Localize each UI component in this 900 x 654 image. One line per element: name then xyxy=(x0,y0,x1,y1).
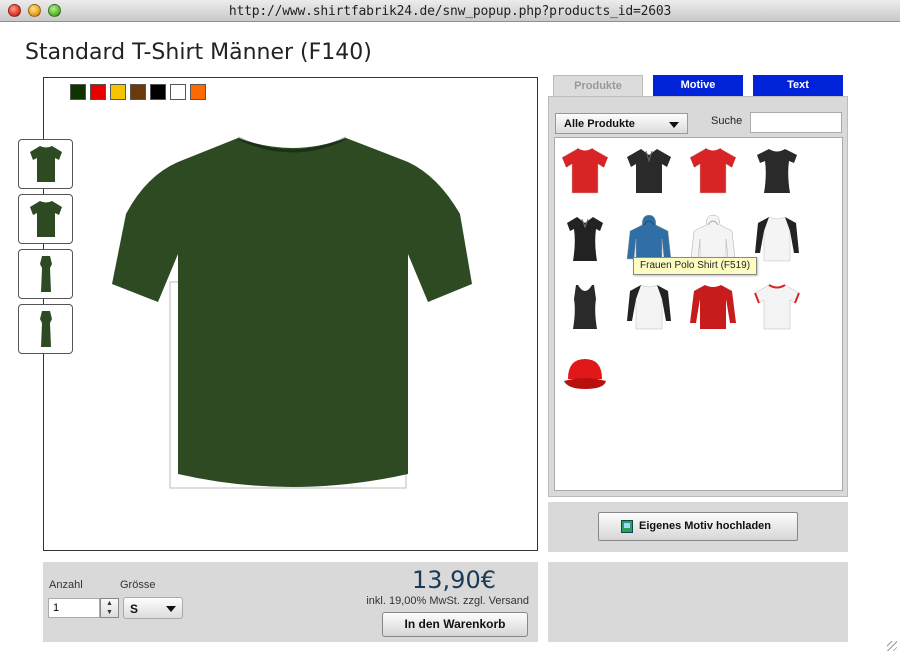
browser-titlebar: http://www.shirtfabrik24.de/snw_popup.ph… xyxy=(0,0,900,22)
upload-motif-button[interactable]: Eigenes Motiv hochladen xyxy=(598,512,798,541)
upload-panel: Eigenes Motiv hochladen xyxy=(548,502,848,552)
stepper-up-icon[interactable]: ▲ xyxy=(106,600,113,607)
thumbnail-left-side-view[interactable] xyxy=(18,249,73,299)
product-item-tshirt[interactable] xyxy=(557,142,613,198)
category-select[interactable]: Alle Produkte xyxy=(555,113,688,134)
stepper-down-icon[interactable]: ▼ xyxy=(106,609,113,616)
product-item-ringer[interactable] xyxy=(749,278,805,334)
size-value: S xyxy=(130,602,139,616)
product-item-tank[interactable] xyxy=(557,278,613,334)
category-value: Alle Produkte xyxy=(564,118,635,130)
color-swatch[interactable] xyxy=(190,84,206,100)
product-stage xyxy=(43,77,538,551)
price: 13,90€ xyxy=(412,566,496,594)
product-item-tshirt[interactable] xyxy=(685,142,741,198)
tshirt-front-image xyxy=(112,138,472,487)
chevron-down-icon xyxy=(669,122,679,128)
search-label: Suche xyxy=(711,115,743,127)
tab-produkte[interactable]: Produkte xyxy=(553,75,643,96)
product-item-longsleeve[interactable] xyxy=(685,278,741,334)
color-swatch[interactable] xyxy=(70,84,86,100)
upload-motif-label: Eigenes Motiv hochladen xyxy=(639,520,772,532)
search-input[interactable] xyxy=(750,112,842,133)
color-swatch[interactable] xyxy=(150,84,166,100)
product-browser-panel: Alle Produkte Suche xyxy=(548,96,848,497)
quantity-input[interactable]: 1 xyxy=(48,598,100,618)
color-swatch[interactable] xyxy=(90,84,106,100)
product-tooltip: Frauen Polo Shirt (F519) xyxy=(633,257,758,275)
thumbnail-back-view[interactable] xyxy=(18,194,73,244)
empty-side-panel xyxy=(548,562,848,642)
color-swatch[interactable] xyxy=(170,84,186,100)
tab-text[interactable]: Text xyxy=(753,75,843,96)
page-title: Standard T-Shirt Männer (F140) xyxy=(25,40,372,65)
product-grid xyxy=(554,137,843,491)
quantity-stepper[interactable]: ▲ ▼ xyxy=(100,598,119,618)
window-url: http://www.shirtfabrik24.de/snw_popup.ph… xyxy=(228,4,672,19)
order-panel: Anzahl Grösse 1 ▲ ▼ S 13,90€ inkl. 19,00… xyxy=(43,562,538,642)
product-item-women-tshirt[interactable] xyxy=(749,142,805,198)
product-item-women-polo[interactable] xyxy=(557,210,613,266)
tab-motive[interactable]: Motive xyxy=(653,75,743,96)
color-swatch[interactable] xyxy=(130,84,146,100)
product-item-raglan-long[interactable] xyxy=(621,278,677,334)
thumbnail-front-view[interactable] xyxy=(18,139,73,189)
chevron-down-icon xyxy=(166,606,176,612)
thumbnail-right-side-view[interactable] xyxy=(18,304,73,354)
resize-grip-icon[interactable] xyxy=(887,641,897,651)
product-item-cap[interactable] xyxy=(557,346,613,402)
size-label: Grösse xyxy=(120,579,156,591)
vat-note: inkl. 19,00% MwSt. zzgl. Versand xyxy=(366,595,529,607)
color-swatches xyxy=(70,84,206,100)
product-item-polo[interactable] xyxy=(621,142,677,198)
add-to-cart-button[interactable]: In den Warenkorb xyxy=(382,612,528,637)
quantity-label: Anzahl xyxy=(49,579,83,591)
size-select[interactable]: S xyxy=(123,597,183,619)
image-upload-icon xyxy=(621,520,633,533)
color-swatch[interactable] xyxy=(110,84,126,100)
main-shirt-preview xyxy=(108,134,476,499)
product-item-raglan-long[interactable] xyxy=(749,210,805,266)
view-thumbnails xyxy=(18,139,73,359)
